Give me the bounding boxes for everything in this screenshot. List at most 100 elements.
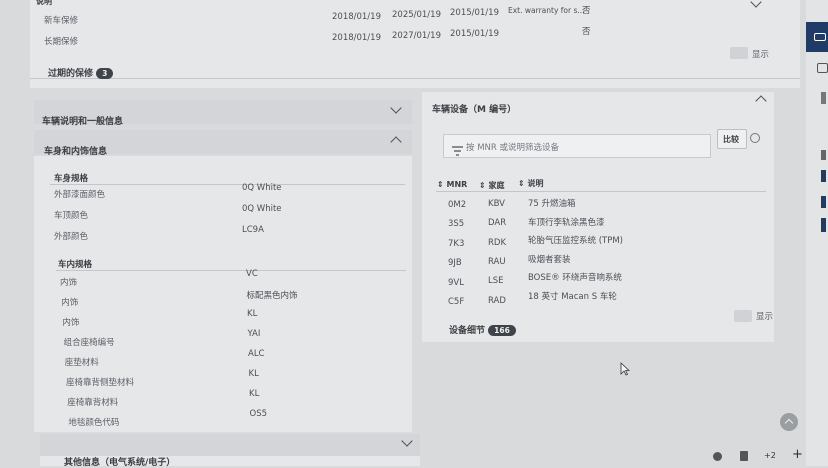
warranty-name: 长期保修 <box>44 37 79 47</box>
equipment-row[interactable]: 3S5 DAR 车顶行李轨涂黑色漆 <box>436 217 766 233</box>
equipment-family: KBV <box>488 199 505 209</box>
equipment-desc: 18 英寸 Macan S 车轮 <box>528 292 617 302</box>
equipment-desc: 车顶行李轨涂黑色漆 <box>528 217 605 228</box>
warranty-row: 新车保修 2018/01/19 2025/01/19 2015/01/19 Ext. w… <box>30 6 800 30</box>
equipment-desc: 吸烟者套装 <box>528 254 571 265</box>
sidebar-item-vehicle[interactable] <box>806 22 828 52</box>
section-other-title: 其他信息（电气系统/电子） <box>64 458 176 468</box>
equipment-mnr: 9JB <box>448 258 462 269</box>
spec-value: 0Q White <box>242 204 282 214</box>
spec-value: YAI <box>247 329 261 339</box>
warranty-note: Ext. warranty for s... <box>508 6 585 15</box>
spec-value: KL <box>248 369 259 379</box>
toggle-switch[interactable] <box>730 47 748 59</box>
spec-value: 标配黑色内饰 <box>246 291 298 301</box>
equipment-desc: 75 升燃油箱 <box>528 199 576 209</box>
equipment-family: DAR <box>488 218 507 229</box>
equipment-desc: 轮胎气压监控系统 (TPM) <box>528 236 623 247</box>
spec-label: 内饰 <box>61 298 79 308</box>
spec-label: 车顶颜色 <box>54 211 89 221</box>
body-spec-title: 车身规格 <box>54 174 89 184</box>
info-icon[interactable] <box>750 133 760 143</box>
spec-label: 外部颜色 <box>54 232 89 242</box>
warranty-date: 2027/01/19 <box>392 31 441 41</box>
warranty-flag: 否 <box>582 27 591 37</box>
spec-label: 内饰 <box>62 318 80 328</box>
compare-button[interactable]: 比较 <box>717 129 747 149</box>
equipment-desc: BOSE® 环绕声音响系统 <box>528 273 622 284</box>
equipment-mnr: 0M2 <box>448 200 467 210</box>
col-family[interactable]: ⇕ 家庭 <box>479 180 505 191</box>
warranty-date: 2025/01/19 <box>392 10 441 20</box>
spec-value: KL <box>247 309 258 319</box>
trash-icon[interactable] <box>740 451 748 461</box>
spec-value: 0Q White <box>242 183 282 193</box>
warranty-show-label: 显示 <box>752 50 770 60</box>
sidebar-marker <box>821 150 826 160</box>
equipment-row[interactable]: 9VL LSE BOSE® 环绕声音响系统 <box>436 273 766 290</box>
toggle-switch[interactable] <box>734 310 752 322</box>
section-general-title: 车辆说明和一般信息 <box>42 117 124 127</box>
warranty-date: 2015/01/19 <box>450 29 499 39</box>
spec-value: VC <box>246 269 258 279</box>
col-mnr[interactable]: ⇕ MNR <box>437 180 467 189</box>
equipment-mnr: C5F <box>448 297 465 307</box>
equipment-family: RAD <box>488 295 506 306</box>
image-icon[interactable] <box>817 63 828 73</box>
equipment-family: LSE <box>488 276 504 287</box>
clock-icon[interactable] <box>713 452 722 461</box>
spec-label: 内饰 <box>60 278 78 288</box>
equipment-row[interactable]: 0M2 KBV 75 升燃油箱 <box>436 198 766 214</box>
spec-label: 座垫材料 <box>64 358 99 368</box>
spec-label: 座椅靠背侧垫材料 <box>66 378 135 388</box>
equipment-details-title[interactable]: 设备细节 166 <box>449 323 516 336</box>
filter-placeholder: 按 MNR 或说明筛选设备 <box>466 143 560 153</box>
scroll-top-button[interactable] <box>780 413 798 431</box>
equipment-family: RDK <box>488 237 507 248</box>
equipment-mnr: 9VL <box>448 277 464 288</box>
divider <box>56 270 406 271</box>
interior-spec-title: 车内规格 <box>58 260 93 270</box>
sidebar-marker <box>821 196 826 208</box>
sidebar-marker <box>821 170 826 182</box>
add-icon[interactable]: + <box>792 447 803 462</box>
sidebar-marker <box>821 92 826 104</box>
section-other-bar[interactable] <box>40 434 420 456</box>
equipment-row[interactable]: C5F RAD 18 英寸 Macan S 车轮 <box>436 292 766 309</box>
equipment-mnr: 3S5 <box>448 219 465 230</box>
mouse-cursor-icon <box>620 361 631 380</box>
warranty-date: 2015/01/19 <box>450 8 499 18</box>
details-count-badge: 166 <box>488 325 516 336</box>
col-desc[interactable]: ⇕ 说明 <box>518 178 544 189</box>
spec-value: OS5 <box>249 409 268 419</box>
sidebar-marker <box>821 218 826 232</box>
spec-value: LC9A <box>242 225 264 235</box>
divider <box>436 191 766 192</box>
warranty-name: 新车保修 <box>44 16 79 26</box>
compare-label: 比较 <box>723 135 739 144</box>
equipment-filter-input[interactable]: 按 MNR 或说明筛选设备 <box>443 134 711 158</box>
car-icon <box>814 33 826 41</box>
equipment-show-label: 显示 <box>756 312 774 322</box>
warranty-header: 说明 <box>36 0 52 6</box>
spec-label: 外部漆面颜色 <box>54 190 106 200</box>
divider <box>30 78 800 79</box>
arrow-up-icon <box>784 418 794 428</box>
spec-label: 座椅靠背材料 <box>67 398 119 408</box>
equipment-family: RAU <box>488 256 506 267</box>
expand-button[interactable]: +2 <box>764 451 776 460</box>
divider <box>50 184 405 185</box>
expired-warranty-title[interactable]: 过期的保修 3 <box>48 66 114 79</box>
spec-label: 组合座椅编号 <box>63 338 115 348</box>
equipment-row[interactable]: 7K3 RDK 轮胎气压监控系统 (TPM) <box>436 236 766 252</box>
spec-value: ALC <box>248 349 265 359</box>
warranty-date: 2018/01/19 <box>332 33 381 43</box>
equipment-mnr: 7K3 <box>448 238 465 249</box>
equipment-row[interactable]: 9JB RAU 吸烟者套装 <box>436 255 766 271</box>
warranty-flag: 否 <box>582 6 591 16</box>
expired-count-badge: 3 <box>96 68 114 79</box>
spec-label: 地毯颜色代码 <box>68 418 120 428</box>
filter-icon <box>452 141 463 156</box>
equipment-title: 车辆设备（M 编号） <box>432 105 517 115</box>
warranty-date: 2018/01/19 <box>332 12 381 22</box>
